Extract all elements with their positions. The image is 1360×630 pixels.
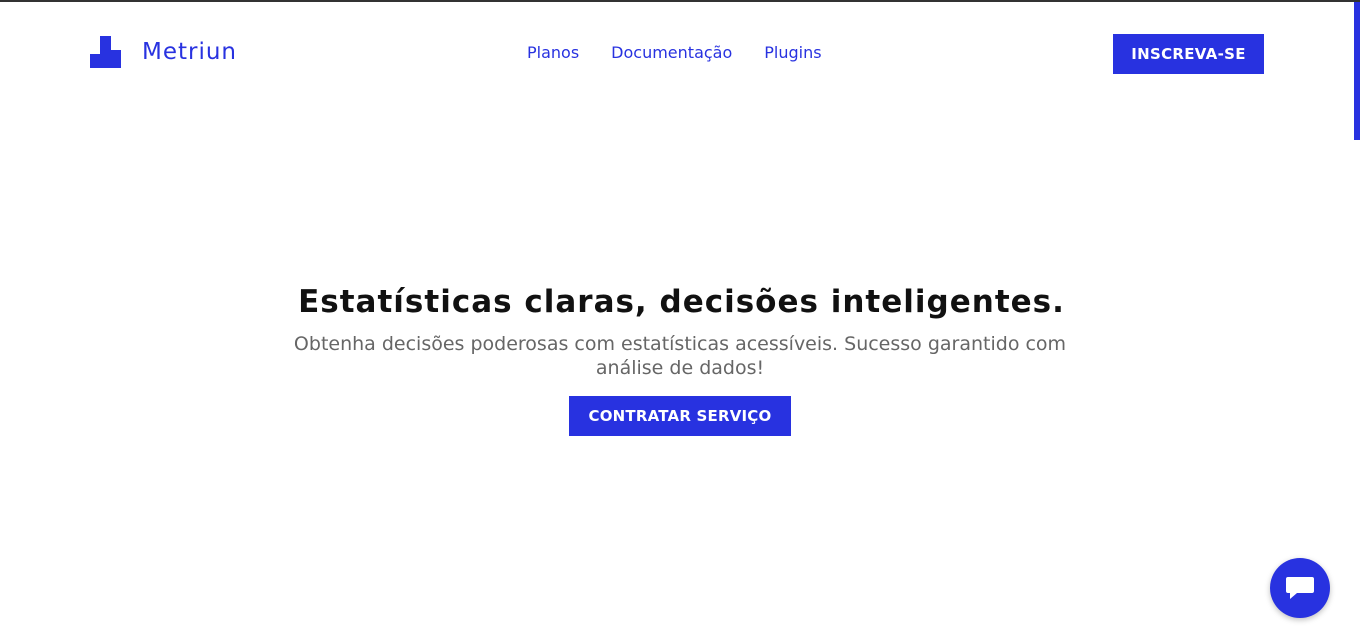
nav-item-planos[interactable]: Planos xyxy=(527,43,579,62)
chat-button[interactable] xyxy=(1270,558,1330,618)
brand-name: Metriun xyxy=(142,39,238,65)
logo-link[interactable]: Metriun xyxy=(90,36,237,68)
logo-icon xyxy=(90,36,121,68)
hire-service-button[interactable]: CONTRATAR SERVIÇO xyxy=(569,396,791,436)
signup-button[interactable]: INSCREVA-SE xyxy=(1113,34,1264,74)
chat-bubble-icon xyxy=(1286,577,1314,599)
nav-item-plugins[interactable]: Plugins xyxy=(764,43,821,62)
nav-item-documentacao[interactable]: Documentação xyxy=(611,43,732,62)
main-nav: Planos Documentação Plugins xyxy=(527,43,822,62)
hero-subtitle: Obtenha decisões poderosas com estatísti… xyxy=(293,333,1067,379)
hero-title: Estatísticas claras, decisões inteligent… xyxy=(298,284,1065,320)
hero-section: Estatísticas claras, decisões inteligent… xyxy=(0,282,1360,436)
site-header: Metriun Planos Documentação Plugins INSC… xyxy=(0,2,1360,102)
